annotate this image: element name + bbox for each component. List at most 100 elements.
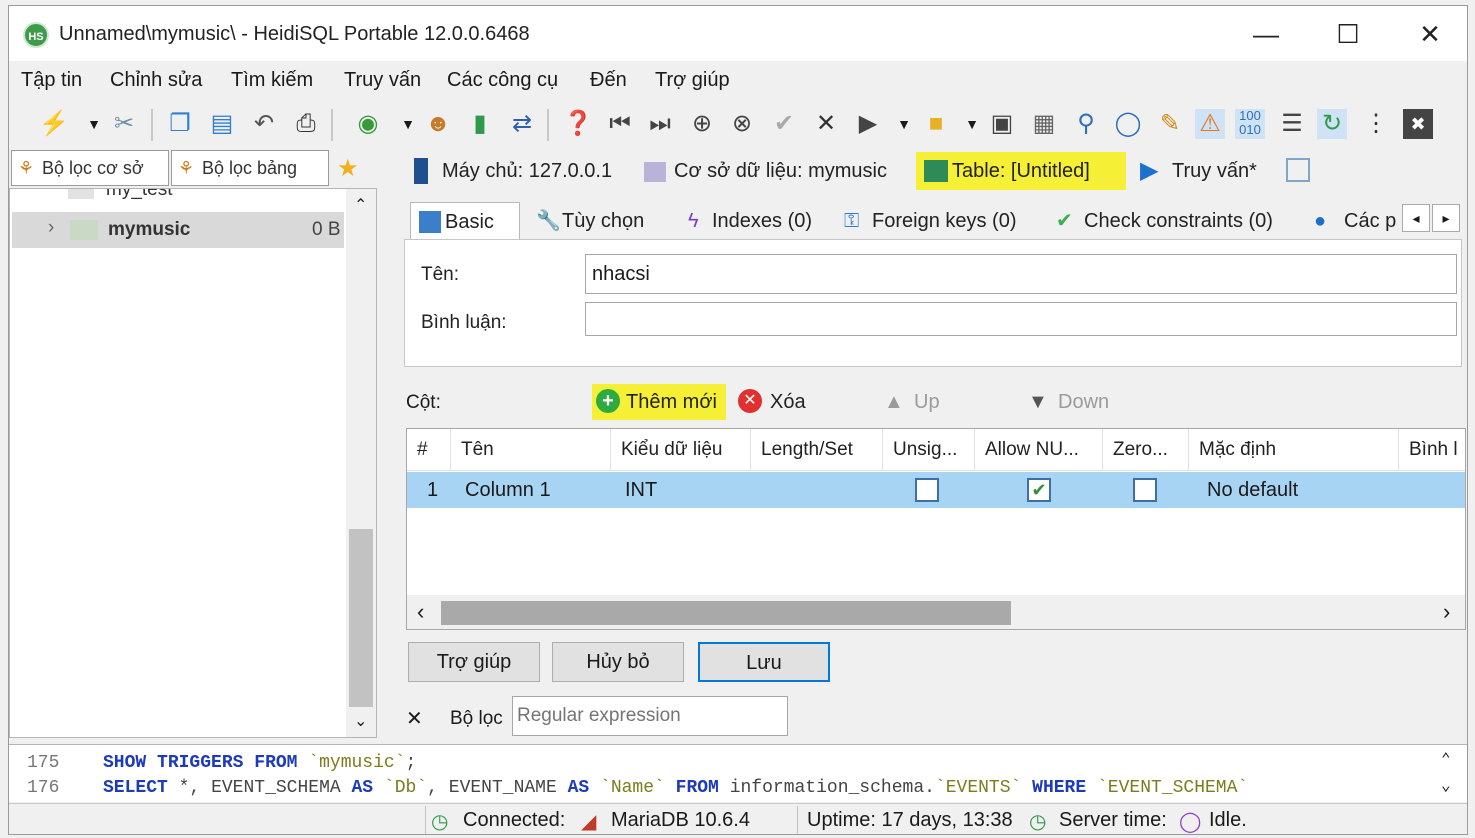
tab-foreign-keys[interactable]: ⚿ Foreign keys (0) [838, 202, 1038, 240]
menu-query[interactable]: Truy vấn [344, 69, 421, 92]
tab-partitions[interactable]: ● Các p [1310, 202, 1400, 240]
scrollbar-thumb[interactable] [349, 529, 373, 707]
grid-header-name[interactable]: Tên [451, 429, 611, 471]
copy-icon[interactable]: ❐ [165, 109, 195, 139]
close-window-button[interactable]: ✕ [1407, 16, 1453, 52]
paste-icon[interactable]: ▤ [207, 109, 237, 139]
allow-null-checkbox[interactable]: ✔ [1027, 478, 1051, 502]
cancel-button[interactable]: Hủy bỏ [552, 642, 684, 682]
last-record-icon[interactable]: ⏭ [645, 109, 675, 139]
move-up-button[interactable]: ▲ Up [880, 384, 950, 420]
grid-header-comment[interactable]: Bình l [1399, 429, 1465, 471]
chevron-down-icon[interactable]: ▼ [889, 109, 919, 139]
tab-table[interactable]: Table: [Untitled] [916, 152, 1126, 190]
grid-header-num[interactable]: # [407, 429, 451, 471]
filter-regex-input[interactable] [512, 696, 788, 736]
find-icon[interactable]: ⚲ [1071, 109, 1101, 139]
maximize-button[interactable]: ☐ [1325, 16, 1371, 52]
tree-expand-icon[interactable]: › [46, 189, 51, 195]
chevron-down-icon[interactable]: ▼ [957, 109, 987, 139]
favorite-star-icon[interactable]: ★ [337, 154, 359, 183]
menu-file[interactable]: Tập tin [21, 69, 82, 92]
tree-expand-icon[interactable]: › [48, 217, 54, 239]
wrap-icon[interactable]: ☰ [1277, 109, 1307, 139]
column-name-cell[interactable]: Column 1 [465, 472, 551, 508]
confirm-icon[interactable]: ✔ [769, 109, 799, 139]
print-icon[interactable]: ⎙ [291, 109, 321, 139]
scroll-up-icon[interactable]: ⌃ [1441, 749, 1451, 769]
move-down-button[interactable]: ▼ Down [1024, 384, 1124, 420]
first-record-icon[interactable]: ⏮ [605, 109, 635, 139]
new-query-tab-icon[interactable] [1286, 158, 1310, 182]
grid-header-allow-null[interactable]: Allow NU... [975, 429, 1103, 471]
grid-header-unsigned[interactable]: Unsig... [883, 429, 975, 471]
scrollbar-thumb[interactable] [441, 601, 1011, 625]
scroll-down-icon[interactable]: ⌄ [354, 711, 367, 731]
delete-column-button[interactable]: ✕ Xóa [736, 384, 816, 420]
table-name-input[interactable]: nhacsi [585, 254, 1457, 294]
scroll-down-icon[interactable]: ⌄ [1441, 775, 1451, 795]
column-default-cell[interactable]: No default [1207, 472, 1298, 508]
save-as-icon[interactable]: ▦ [1029, 109, 1059, 139]
chevron-down-icon[interactable]: ▼ [393, 109, 423, 139]
unsigned-checkbox[interactable] [915, 478, 939, 502]
auto-refresh-icon[interactable]: ↻ [1317, 109, 1347, 139]
help-button[interactable]: Trợ giúp [408, 642, 540, 682]
table-comment-input[interactable] [585, 302, 1457, 336]
chevron-down-icon[interactable]: ▼ [79, 109, 109, 139]
tab-scroll-right-icon[interactable]: ▸ [1432, 204, 1460, 232]
tree-item-mymusic[interactable]: › mymusic 0 B [12, 212, 344, 248]
tree-scrollbar[interactable]: ⌃ ⌄ [346, 189, 376, 737]
folder-icon[interactable]: ■ [921, 109, 951, 139]
disconnect-icon[interactable]: ✂ [109, 109, 139, 139]
undo-icon[interactable]: ↶ [249, 109, 279, 139]
tab-scroll-left-icon[interactable]: ◂ [1402, 204, 1430, 232]
column-length-cell[interactable] [763, 472, 873, 508]
add-column-button[interactable]: + Thêm mới [592, 384, 726, 420]
clean-icon[interactable]: ✎ [1155, 109, 1185, 139]
minimize-button[interactable]: — [1243, 16, 1289, 52]
transfer-icon[interactable]: ⇄ [507, 109, 537, 139]
scroll-up-icon[interactable]: ⌃ [354, 195, 367, 215]
menu-tools[interactable]: Các công cụ [447, 69, 558, 92]
save-icon[interactable]: ▣ [987, 109, 1017, 139]
tab-check-constraints[interactable]: ✔ Check constraints (0) [1050, 202, 1300, 240]
menu-goto[interactable]: Đến [590, 69, 627, 92]
tab-indexes[interactable]: ϟ Indexes (0) [678, 202, 828, 240]
tab-options[interactable]: 🔧 Tùy chọn [528, 202, 668, 240]
grid-header-length[interactable]: Length/Set [751, 429, 883, 471]
grid-header-default[interactable]: Mặc định [1189, 429, 1399, 471]
menu-help[interactable]: Trợ giúp [655, 69, 730, 92]
find-replace-icon[interactable]: ◯ [1113, 109, 1143, 139]
tab-query[interactable]: ▶ Truy vấn* [1136, 152, 1276, 190]
scroll-right-icon[interactable]: › [1443, 599, 1450, 625]
refresh-icon[interactable]: ◉ [353, 109, 383, 139]
delete-icon[interactable]: ✕ [811, 109, 841, 139]
help-icon[interactable]: ❓ [563, 109, 593, 139]
tree-item-partial[interactable]: my_test [106, 189, 173, 201]
table-filter-tab[interactable]: ⚘ Bộ lọc bảng [171, 150, 329, 186]
connect-icon[interactable]: ⚡ [39, 109, 69, 139]
grid-header-zerofill[interactable]: Zero... [1103, 429, 1189, 471]
sql-log[interactable]: 175 SHOW TRIGGERS FROM `mymusic`; 176 SE… [9, 744, 1467, 802]
warning-icon[interactable]: ⚠ [1195, 109, 1225, 139]
menu-edit[interactable]: Chỉnh sửa [110, 69, 202, 92]
db-filter-tab[interactable]: ⚘ Bộ lọc cơ sở [11, 150, 169, 186]
add-record-icon[interactable]: ⊕ [687, 109, 717, 139]
exit-icon[interactable]: ✖ [1403, 109, 1433, 139]
binary-icon[interactable]: 100 010 [1235, 109, 1265, 139]
cancel-record-icon[interactable]: ⊗ [727, 109, 757, 139]
column-type-cell[interactable]: INT [625, 472, 657, 508]
menu-search[interactable]: Tìm kiếm [231, 69, 313, 92]
tab-database[interactable]: Cơ sở dữ liệu: mymusic [638, 152, 908, 190]
zerofill-checkbox[interactable] [1133, 478, 1157, 502]
table-row[interactable]: 1 Column 1 INT ✔ No default [407, 472, 1465, 508]
close-filter-icon[interactable]: ✕ [406, 706, 423, 731]
grid-horizontal-scrollbar[interactable]: ‹ › [407, 595, 1465, 629]
more-icon[interactable]: ⋮ [1361, 109, 1391, 139]
tab-host[interactable]: Máy chủ: 127.0.0.1 [406, 152, 630, 190]
export-icon[interactable]: ▮ [465, 109, 495, 139]
save-button[interactable]: Lưu [698, 642, 830, 682]
tab-basic[interactable]: Basic [410, 202, 520, 240]
scroll-left-icon[interactable]: ‹ [417, 599, 424, 625]
